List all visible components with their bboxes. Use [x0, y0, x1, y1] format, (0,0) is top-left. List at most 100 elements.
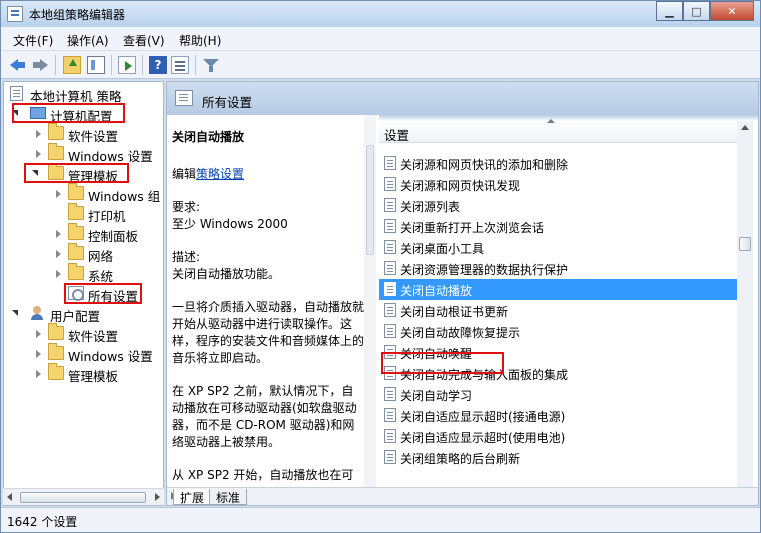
scrollbar-thumb[interactable]: [366, 145, 374, 255]
policy-doc-icon: [10, 86, 23, 101]
edit-policy-link[interactable]: 策略设置: [196, 167, 244, 181]
collapsed-arrow-icon[interactable]: [56, 190, 61, 198]
collapsed-arrow-icon[interactable]: [36, 130, 41, 138]
folder-icon: [68, 263, 84, 280]
list-item-label: 关闭源列表: [400, 200, 461, 214]
window-title: 本地组策略编辑器: [29, 8, 126, 22]
list-item[interactable]: 关闭自动故障恢复提示: [379, 321, 737, 342]
policy-setting-icon: [384, 408, 396, 422]
list-item[interactable]: 关闭自适应显示超时(接通电源): [379, 405, 737, 426]
collapsed-arrow-icon[interactable]: [56, 250, 61, 258]
gpedit-window: 本地组策略编辑器 ▁ □ ✕ 文件(F) 操作(A) 查看(V) 帮助(H) ?…: [0, 0, 761, 533]
forward-arrow-icon[interactable]: [31, 56, 49, 74]
highlight-box-computer-config: [12, 103, 125, 123]
all-settings-icon: [175, 90, 193, 106]
requirements-value: 至少 Windows 2000: [172, 217, 288, 231]
menu-file[interactable]: 文件(F): [13, 32, 53, 49]
toolbar-separator: [195, 55, 196, 75]
policy-setting-icon: [384, 282, 396, 296]
policy-setting-icon: [384, 324, 396, 338]
filter-icon[interactable]: [202, 56, 220, 74]
list-item[interactable]: 关闭源列表: [379, 195, 737, 216]
column-header-label: 设置: [384, 128, 410, 143]
list-item[interactable]: 关闭自适应显示超时(使用电池): [379, 426, 737, 447]
policy-setting-icon: [384, 450, 396, 464]
list-item[interactable]: 关闭桌面小工具: [379, 237, 737, 258]
collapsed-arrow-icon[interactable]: [56, 270, 61, 278]
scrollbar-thumb[interactable]: [20, 492, 146, 503]
list-item[interactable]: 关闭组策略的后台刷新: [379, 447, 737, 468]
list-vertical-scrollbar[interactable]: [737, 121, 753, 487]
policy-setting-icon: [384, 177, 396, 191]
description-label: 描述:: [172, 250, 201, 264]
policy-setting-icon: [384, 198, 396, 212]
description-scrollbar[interactable]: [364, 115, 376, 487]
menu-view[interactable]: 查看(V): [123, 32, 165, 49]
edit-policy-line: 编辑策略设置: [172, 166, 364, 183]
list-item-label: 关闭自动学习: [400, 389, 473, 403]
details-pane: 所有设置 关闭自动播放 编辑策略设置 要求: 至少 Windows 2000 描…: [166, 81, 759, 506]
list-item[interactable]: 关闭源和网页快讯发现: [379, 174, 737, 195]
description-value: 关闭自动播放功能。: [172, 267, 281, 281]
menu-help[interactable]: 帮助(H): [179, 32, 221, 49]
folder-icon: [68, 183, 84, 200]
list-item[interactable]: 关闭源和网页快讯的添加和删除: [379, 153, 737, 174]
tab-standard[interactable]: 标准: [209, 489, 248, 505]
policy-setting-icon: [384, 261, 396, 275]
list-item-label: 关闭桌面小工具: [400, 242, 485, 256]
menu-action[interactable]: 操作(A): [67, 32, 109, 49]
list-item[interactable]: 关闭自动播放: [379, 279, 737, 300]
list-item-label: 关闭自动故障恢复提示: [400, 326, 521, 340]
tree-uc-software-label: 软件设置: [68, 329, 119, 344]
list-item[interactable]: 关闭资源管理器的数据执行保护: [379, 258, 737, 279]
column-header-setting[interactable]: 设置: [379, 119, 737, 143]
up-folder-icon[interactable]: [63, 56, 81, 74]
show-hide-tree-icon[interactable]: [87, 56, 105, 74]
tree-uc-windows-label: Windows 设置: [68, 349, 153, 364]
close-button[interactable]: ✕: [710, 1, 754, 21]
toolbar-separator: [111, 55, 112, 75]
collapsed-arrow-icon[interactable]: [36, 330, 41, 338]
toolbar-separator: [142, 55, 143, 75]
toolbar-separator: [55, 55, 56, 75]
scroll-up-arrow-icon[interactable]: [741, 125, 749, 130]
title-bar[interactable]: 本地组策略编辑器 ▁ □ ✕: [1, 1, 760, 27]
list-item-label: 关闭自动根证书更新: [400, 305, 509, 319]
scrollbar-thumb[interactable]: [739, 237, 751, 251]
export-list-icon[interactable]: [118, 56, 136, 74]
list-item[interactable]: 关闭自动学习: [379, 384, 737, 405]
help-icon[interactable]: ?: [149, 56, 167, 74]
description-paragraph: 在 XP SP2 之前，默认情况下，自动播放在可移动驱动器(如软盘驱动器，而不是…: [172, 384, 357, 449]
collapsed-arrow-icon[interactable]: [36, 370, 41, 378]
policy-setting-icon: [384, 387, 396, 401]
tree-cc-software-label: 软件设置: [68, 129, 119, 144]
scroll-left-arrow-icon[interactable]: [7, 493, 12, 501]
properties-icon[interactable]: [171, 56, 189, 74]
list-item[interactable]: 关闭自动根证书更新: [379, 300, 737, 321]
tab-extended[interactable]: 扩展: [173, 489, 212, 505]
tree-horizontal-scrollbar[interactable]: [3, 488, 164, 505]
description-paragraph: 从 XP SP2 开始，自动播放也在可: [172, 468, 354, 482]
gpedit-app-icon: [7, 6, 23, 22]
collapsed-arrow-icon[interactable]: [36, 150, 41, 158]
menu-bar: 文件(F) 操作(A) 查看(V) 帮助(H): [1, 27, 760, 51]
policy-setting-icon: [384, 219, 396, 233]
requirements-label: 要求:: [172, 200, 201, 214]
maximize-button[interactable]: □: [683, 1, 710, 21]
folder-icon: [48, 123, 64, 140]
folder-icon: [48, 143, 64, 160]
list-item[interactable]: 关闭重新打开上次浏览会话: [379, 216, 737, 237]
minimize-button[interactable]: ▁: [656, 1, 683, 21]
collapsed-arrow-icon[interactable]: [36, 350, 41, 358]
folder-icon: [48, 323, 64, 340]
user-icon: [30, 306, 44, 320]
status-bar: 1642 个设置: [1, 507, 760, 532]
scroll-right-arrow-icon[interactable]: [155, 493, 160, 501]
expanded-arrow-icon[interactable]: [12, 310, 18, 316]
collapsed-arrow-icon[interactable]: [56, 230, 61, 238]
policy-setting-icon: [384, 156, 396, 170]
back-arrow-icon[interactable]: [9, 56, 27, 74]
list-item-label: 关闭自适应显示超时(接通电源): [400, 410, 566, 424]
tree-admin-network-label: 网络: [88, 249, 114, 264]
folder-icon: [48, 343, 64, 360]
